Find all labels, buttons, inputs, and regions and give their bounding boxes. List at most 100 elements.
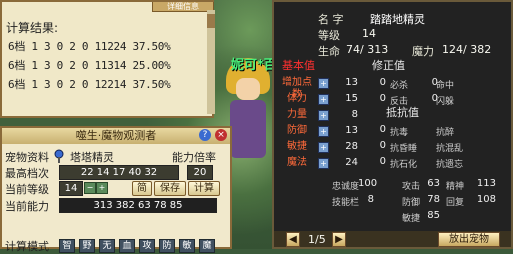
resist-sleep-label: 抗昏睡 <box>390 144 418 154</box>
level-down-icon[interactable]: − <box>84 182 96 194</box>
calc-result-row: 6档 1 3 0 2 0 11224 37.50% <box>8 40 171 53</box>
save-button[interactable]: 保存 <box>154 181 186 196</box>
agility-plus-icon[interactable]: + <box>318 142 329 153</box>
calc-result-title: 计算结果: <box>6 21 59 35</box>
crit-label: 必杀 <box>390 81 409 91</box>
mode-button-none[interactable]: 无 <box>99 239 115 253</box>
pet-level-value: 14 <box>362 27 376 40</box>
pet-info-label: 宠物资料 <box>5 151 49 164</box>
resist-stone-value: 0 <box>379 156 386 167</box>
defense-stat-value: 78 <box>427 194 440 205</box>
crit-value: 0 <box>379 77 386 88</box>
pet-bottom-bar: ◀ 1/5 ▶ 放出宠物 <box>274 231 511 247</box>
agility-stat-label: 敏捷 <box>402 214 421 224</box>
attr-value-magic: 24 <box>345 157 358 168</box>
pet-name-value: 塔塔精灵 <box>70 151 114 164</box>
recover-value: 108 <box>476 194 496 205</box>
attack-label: 攻击 <box>402 182 421 192</box>
mode-button-intelligence[interactable]: 智 <box>59 239 75 253</box>
close-icon[interactable]: × <box>215 129 227 141</box>
attr-value-agility: 28 <box>345 141 358 152</box>
calc-result-panel: 详细信息 计算结果: 6档 1 3 0 2 0 11224 37.50% 6档 … <box>0 0 215 118</box>
hit-value: 0 <box>431 77 438 88</box>
hp-label: 生命 <box>318 45 340 58</box>
skill-slots-value: 8 <box>367 194 374 205</box>
calc-button[interactable]: 计算 <box>188 181 220 196</box>
current-ability-label: 当前能力 <box>5 200 49 213</box>
spirit-value: 113 <box>476 178 496 189</box>
resist-stone-label: 抗石化 <box>390 160 418 170</box>
prev-page-icon[interactable]: ◀ <box>286 232 300 247</box>
strength-plus-icon[interactable]: + <box>318 110 329 121</box>
simple-button[interactable]: 简 <box>132 181 152 196</box>
modifier-heading: 修正值 <box>372 59 405 72</box>
dodge-value: 0 <box>431 93 438 104</box>
loyalty-label: 忠诚度 <box>332 182 360 192</box>
attr-value-points: 13 <box>345 77 358 88</box>
mode-button-hp[interactable]: 血 <box>119 239 135 253</box>
max-level-extra-field[interactable]: 20 <box>187 165 213 180</box>
agility-stat-value: 85 <box>427 210 440 221</box>
monster-observer-panel: 噬生·魔物观测者 ? × 宠物资料 塔塔精灵 能力倍率 最高档次 22 14 1… <box>0 126 232 253</box>
pet-level-label: 等级 <box>318 29 340 42</box>
counter-value: 0 <box>379 93 386 104</box>
max-level-label: 最高档次 <box>5 167 49 180</box>
attr-value-vitality: 15 <box>345 93 358 104</box>
attr-label-vitality: 体力 <box>287 93 307 104</box>
spirit-label: 精神 <box>446 182 465 192</box>
current-level-field[interactable]: 14 <box>59 181 83 196</box>
calc-scrollbar[interactable] <box>207 10 215 114</box>
calc-result-row: 6档 1 3 0 2 0 11314 25.00% <box>8 59 171 72</box>
points-plus-icon[interactable]: + <box>318 78 329 89</box>
loyalty-value: 100 <box>358 178 378 189</box>
dodge-label: 闪躲 <box>436 97 455 107</box>
vitality-plus-icon[interactable]: + <box>318 94 329 105</box>
pet-status-panel: 名 字 踏踏地精灵 等级 14 生命 74/ 313 魔力 124/ 382 基… <box>272 0 513 249</box>
ability-rate-label: 能力倍率 <box>172 151 216 164</box>
current-ability-field: 313 382 63 78 85 <box>59 198 217 213</box>
mp-value: 124/ 382 <box>442 43 492 56</box>
basic-value-heading: 基本值 <box>282 59 315 72</box>
help-icon[interactable]: ? <box>199 129 211 141</box>
mode-button-wild[interactable]: 野 <box>79 239 95 253</box>
calc-mode-label: 计算模式 <box>5 240 49 253</box>
resist-chaos-label: 抗混乱 <box>436 144 464 154</box>
location-pin-icon[interactable] <box>54 149 64 163</box>
calc-result-row: 6档 1 3 0 2 0 12214 37.50% <box>8 78 171 91</box>
attr-label-defense: 防御 <box>287 125 307 136</box>
resist-heading: 抵抗值 <box>386 106 419 119</box>
attr-label-points: 增加点数 <box>282 77 312 100</box>
resist-poison-value: 0 <box>379 124 386 135</box>
defense-stat-label: 防御 <box>402 198 421 208</box>
page-indicator: 1/5 <box>308 233 326 246</box>
scroll-thumb[interactable] <box>207 14 215 28</box>
attr-value-strength: 8 <box>351 109 358 120</box>
next-page-icon[interactable]: ▶ <box>332 232 346 247</box>
observer-title: 噬生·魔物观测者 <box>2 128 230 144</box>
current-level-label: 当前等级 <box>5 183 49 196</box>
resist-forget-label: 抗遗忘 <box>436 160 464 170</box>
hit-label: 命中 <box>436 81 455 91</box>
release-pet-button[interactable]: 放出宠物 <box>438 232 500 247</box>
recover-label: 回复 <box>446 198 465 208</box>
resist-poison-label: 抗毒 <box>390 128 409 138</box>
mode-button-attack[interactable]: 攻 <box>139 239 155 253</box>
resist-drunk-label: 抗醉 <box>436 128 455 138</box>
level-up-icon[interactable]: + <box>96 182 108 194</box>
magic-plus-icon[interactable]: + <box>318 158 329 169</box>
skill-slots-label: 技能栏 <box>332 198 360 208</box>
attr-value-defense: 13 <box>345 125 358 136</box>
mp-label: 魔力 <box>412 45 434 58</box>
attack-value: 63 <box>427 178 440 189</box>
max-level-field[interactable]: 22 14 17 40 32 <box>59 165 179 180</box>
resist-sleep-value: 0 <box>379 140 386 151</box>
detail-info-tab[interactable]: 详细信息 <box>152 2 214 12</box>
attr-label-agility: 敏捷 <box>287 141 307 152</box>
mode-button-defense[interactable]: 防 <box>159 239 175 253</box>
mode-button-agility[interactable]: 敏 <box>179 239 195 253</box>
pet-name-label: 名 字 <box>318 13 344 26</box>
pet-name-value: 踏踏地精灵 <box>370 13 425 26</box>
mode-button-magic[interactable]: 魔 <box>199 239 215 253</box>
npc-name-label: 妮可*百 <box>231 58 277 73</box>
defense-plus-icon[interactable]: + <box>318 126 329 137</box>
